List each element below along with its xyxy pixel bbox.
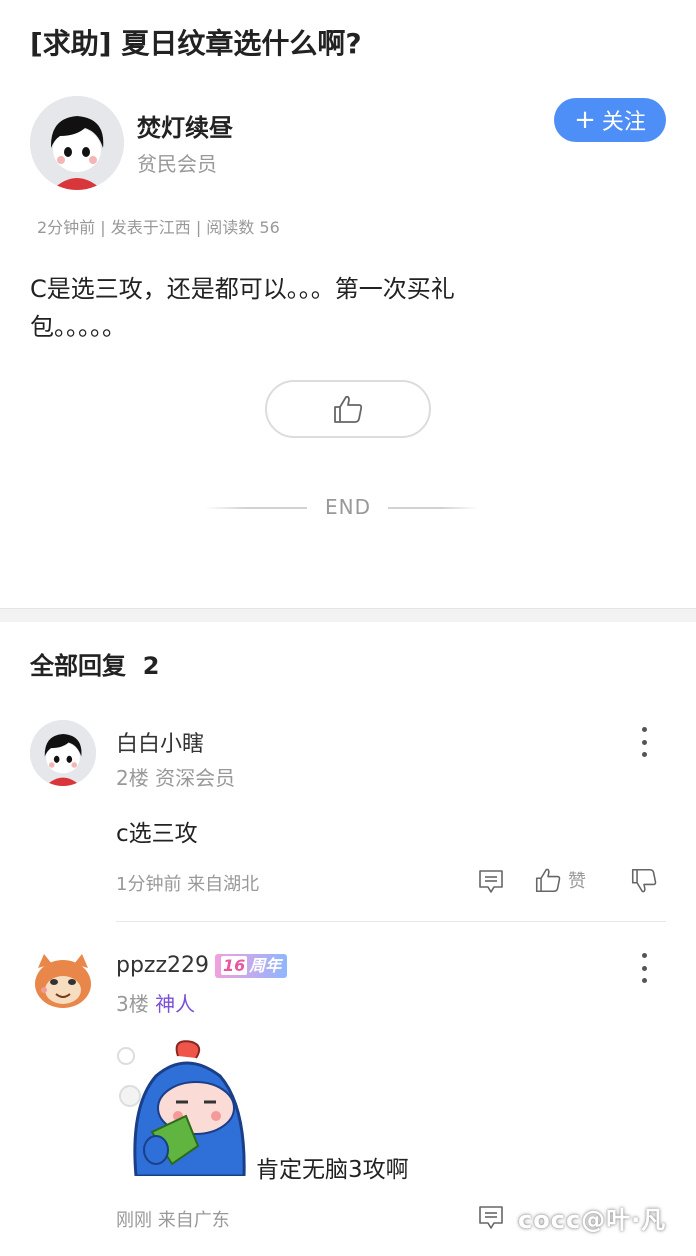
post-meta: 2分钟前 | 发表于江西 | 阅读数 56: [37, 218, 280, 237]
reply-comment-button[interactable]: [478, 1204, 504, 1230]
sticker-blue-character-icon: [117, 1040, 246, 1178]
author-rank: 贫民会员: [137, 152, 217, 176]
sticker-image[interactable]: [116, 1036, 252, 1178]
red-panda-avatar-icon: [35, 954, 91, 1008]
reply-floor: 3楼: [116, 992, 149, 1016]
section-divider: [0, 608, 696, 622]
badge-number: 16: [221, 956, 248, 975]
post-title: [求助] 夏日纹章选什么啊?: [30, 27, 362, 60]
comment-icon: [479, 870, 503, 893]
reply-username-row: ppzz229 16 周年: [116, 953, 288, 978]
thumbs-down-icon: [631, 868, 657, 893]
reply-text: 肯定无脑3攻啊: [256, 1157, 409, 1183]
reply-floor-rank: 2楼 资深会员: [116, 762, 235, 791]
post-like-button[interactable]: [265, 380, 431, 438]
end-divider-right: [388, 507, 478, 509]
comment-separator: [116, 921, 666, 922]
anniversary-badge: 16 周年: [215, 954, 288, 978]
reply-username[interactable]: ppzz229: [116, 953, 209, 978]
like-label: 赞: [568, 871, 586, 892]
reply-floor: 2楼: [116, 766, 149, 790]
reply-meta: 1分钟前 来自湖北: [116, 874, 260, 895]
end-label: END: [325, 495, 371, 519]
reply-like-button[interactable]: 赞: [534, 867, 586, 893]
author-name[interactable]: 焚灯续昼: [137, 108, 233, 143]
follow-label: 关注: [601, 110, 646, 135]
replies-count: 2: [142, 652, 160, 680]
follow-button[interactable]: + 关注: [554, 98, 666, 142]
thumbs-up-icon: [535, 868, 561, 893]
reply-rank: 资深会员: [155, 766, 236, 790]
reply-rank: 神人: [155, 992, 196, 1016]
post-body-line: 包。。。。。: [30, 313, 126, 341]
replies-header-label: 全部回复: [30, 652, 126, 680]
more-options-icon[interactable]: [634, 953, 654, 983]
reply-dislike-button[interactable]: [630, 868, 658, 894]
reply-avatar[interactable]: [30, 720, 96, 786]
post-body: C是选三攻，还是都可以。。。第一次买礼 包。。。。。: [30, 270, 530, 346]
reply-username[interactable]: 白白小瞎: [116, 726, 204, 758]
reply-comment-button[interactable]: [478, 868, 504, 894]
reply-floor-rank: 3楼 神人: [116, 988, 195, 1017]
plus-icon: +: [574, 105, 596, 135]
post-body-line: C是选三攻，还是都可以。。。第一次买礼: [30, 275, 455, 303]
author-avatar[interactable]: [30, 96, 124, 190]
reply-avatar[interactable]: [30, 946, 96, 1012]
thumbs-up-icon: [334, 395, 363, 423]
reply-text: c选三攻: [116, 821, 198, 847]
reply-meta: 刚刚 来自广东: [116, 1210, 230, 1231]
cartoon-avatar-icon: [30, 720, 96, 786]
comment-icon: [479, 1206, 503, 1229]
badge-text: 周年: [249, 956, 282, 975]
cartoon-avatar-icon: [30, 96, 124, 190]
watermark: cocc@叶·凡: [518, 1206, 667, 1234]
more-options-icon[interactable]: [634, 727, 654, 757]
end-divider-left: [205, 507, 307, 509]
replies-header: 全部回复 2: [30, 646, 159, 681]
